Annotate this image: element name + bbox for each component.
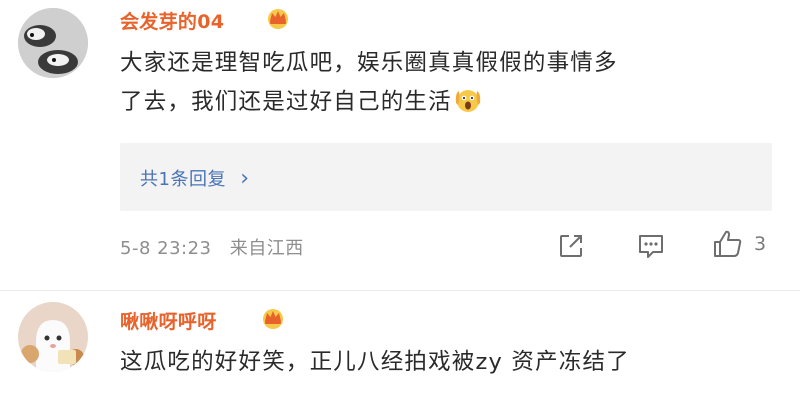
badger-avatar-icon [18,8,88,78]
username[interactable]: 会发芽的04 [120,7,224,34]
crown-badge-icon [263,309,283,329]
ghost-avatar-icon [18,302,88,372]
avatar[interactable] [18,302,88,372]
comment-text: 大家还是理智吃瓜吧，娱乐圈真真假假的事情多 了去，我们还是过好自己的生活 [120,44,780,122]
comment-text-line-end: 了去，我们还是过好自己的生活 [120,89,452,115]
comment-text: 这瓜吃的好好笑，正儿八经拍戏被zy 资产冻结了 [120,343,790,382]
comment-text-line: 这瓜吃的好好笑，正儿八经拍戏被zy 资产冻结了 [120,349,630,375]
crown-badge-icon [268,9,288,29]
scream-emoji-icon [455,90,481,112]
location: 来自江西 [229,238,304,259]
reply-summary-label: 共1条回复 [140,169,226,190]
username[interactable]: 啾啾呀呼呀 [120,307,217,334]
chevron-right-icon: › [240,166,250,191]
comment-text-line: 了去，我们还是过好自己的生活 [120,83,780,122]
reply-summary-link[interactable]: 共1条回复 › [140,165,250,191]
comment-item: 啾啾呀呼呀 这瓜吃的好好笑，正儿八经拍戏被zy 资产冻结了 [0,290,800,400]
thumbs-up-icon[interactable] [712,229,744,259]
timestamp: 5-8 23:23 [120,238,212,259]
comment-icon[interactable] [636,232,666,260]
comment-item: 会发芽的04 大家还是理智吃瓜吧，娱乐圈真真假假的事情多 了去，我们还是过好自己… [0,0,800,290]
like-count: 3 [754,233,767,255]
share-icon[interactable] [557,232,585,260]
comment-meta: 5-8 23:23 来自江西 [120,234,304,260]
comment-text-line: 大家还是理智吃瓜吧，娱乐圈真真假假的事情多 [120,50,618,76]
avatar[interactable] [18,8,88,78]
